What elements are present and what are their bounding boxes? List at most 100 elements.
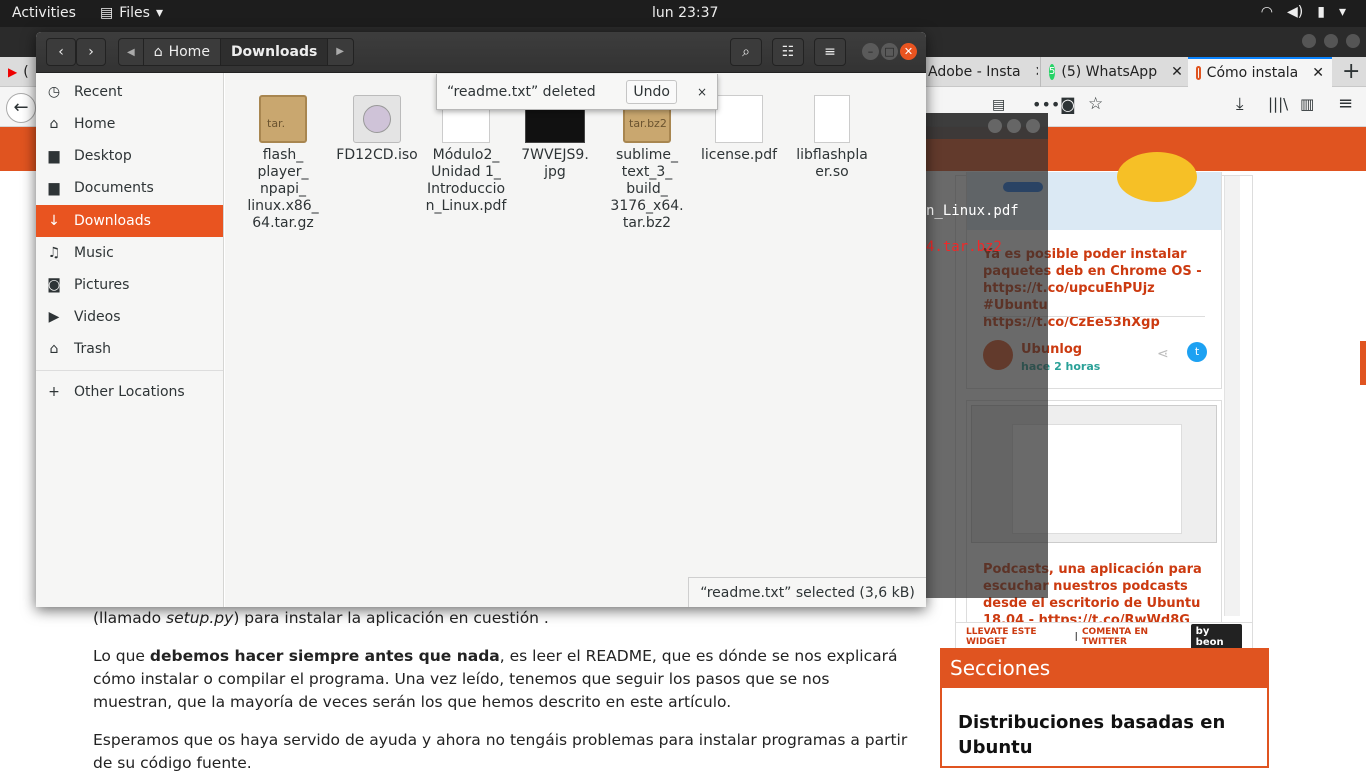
maximize-button[interactable]: □: [881, 43, 898, 60]
clock-icon: ◷: [47, 84, 61, 100]
sidebar-item-desktop[interactable]: ▆ Desktop: [36, 140, 223, 172]
sidebar-item-music[interactable]: ♫ Music: [36, 237, 223, 269]
folder-icon: ▆: [48, 148, 60, 164]
undo-button[interactable]: Undo: [626, 79, 677, 104]
archive-icon: tar.: [259, 95, 307, 143]
sidebar-item-documents[interactable]: ▆ Documents: [36, 172, 223, 204]
chevron-right-icon[interactable]: ▶: [327, 39, 352, 65]
file-name: FD12CD.iso: [336, 147, 418, 163]
tab-adobe[interactable]: Adobe - Insta ✕: [920, 57, 1038, 87]
disc-image-icon: [353, 95, 401, 143]
file-item[interactable]: FD12CD.iso: [333, 95, 421, 164]
sidebar-item-home[interactable]: ⌂ Home: [36, 108, 223, 140]
close-icon[interactable]: ×: [697, 85, 707, 99]
reader-icon[interactable]: ▤: [992, 97, 1005, 113]
page-scrollbar[interactable]: [1360, 341, 1366, 385]
maximize-icon[interactable]: [1324, 34, 1338, 48]
tab-active[interactable]: Cómo instala ✕: [1188, 57, 1332, 87]
forward-button[interactable]: ›: [76, 38, 106, 66]
search-button[interactable]: ⌕: [730, 38, 762, 66]
close-tab-icon[interactable]: ✕: [1312, 65, 1324, 81]
close-button[interactable]: ✕: [900, 43, 917, 60]
close-tab-icon[interactable]: ✕: [1035, 64, 1038, 80]
hamburger-menu-icon[interactable]: ≡: [1338, 93, 1353, 114]
download-icon[interactable]: ⤓: [1236, 94, 1244, 114]
file-item[interactable]: libflashpla er.so: [788, 95, 876, 181]
sidebar-item-pictures[interactable]: ◙ Pictures: [36, 269, 223, 301]
back-button[interactable]: ‹: [46, 38, 76, 66]
list-view-icon: ☷: [781, 44, 795, 60]
chrome-logo: [1117, 152, 1197, 202]
widget-link[interactable]: LLEVATE ESTE WIDGET: [966, 627, 1071, 647]
sidebar-item-label: Home: [74, 116, 116, 132]
files-app-icon: ▤: [100, 5, 114, 21]
trash-icon: ⌂: [49, 341, 59, 357]
breadcrumb: ◀ ⌂ Home Downloads ▶: [118, 38, 354, 66]
pdf-icon: [715, 95, 763, 143]
selection-status: “readme.txt” selected (3,6 kB): [688, 577, 926, 607]
search-icon: ⌕: [742, 44, 750, 60]
sidebar-item-label: Trash: [74, 341, 111, 357]
breadcrumb-home[interactable]: ⌂ Home: [142, 39, 220, 65]
back-button[interactable]: ←: [6, 93, 36, 123]
secciones-item[interactable]: Distribuciones basadas en Ubuntu: [958, 710, 1248, 760]
bookmark-star-icon[interactable]: ☆: [1088, 94, 1103, 114]
comment-link[interactable]: COMENTA EN TWITTER: [1082, 627, 1187, 647]
minimize-icon[interactable]: [988, 119, 1002, 133]
tab-label: Adobe - Insta: [928, 64, 1021, 80]
tab-whatsapp[interactable]: 5 (5) WhatsApp ✕: [1040, 57, 1186, 87]
sidebar-item-other-locations[interactable]: + Other Locations: [36, 376, 223, 408]
document-icon: [814, 95, 850, 143]
file-name: flash_ player_ npapi_ linux.x86_ 64.tar.…: [247, 147, 319, 231]
more-icon[interactable]: •••: [1032, 95, 1060, 114]
ubunlog-icon: [1196, 66, 1201, 80]
file-item[interactable]: tar.bz2 sublime_ text_3_ build_ 3176_x64…: [603, 95, 691, 232]
close-icon[interactable]: [1026, 119, 1040, 133]
terminal-line: n_Linux.pdf: [926, 203, 1019, 219]
menu-button[interactable]: ≡: [814, 38, 846, 66]
breadcrumb-current[interactable]: Downloads: [219, 39, 328, 65]
sidebar-icon[interactable]: ▥: [1300, 95, 1314, 113]
tab-label: (5) WhatsApp: [1061, 64, 1158, 80]
sidebar-item-trash[interactable]: ⌂ Trash: [36, 333, 223, 365]
file-name: libflashpla er.so: [796, 147, 868, 180]
app-menu[interactable]: ▤ Files ▾: [100, 5, 163, 21]
article-paragraph: Lo que debemos hacer siempre antes que n…: [93, 647, 898, 711]
minimize-button[interactable]: –: [862, 43, 879, 60]
widget-scrollbar[interactable]: [1224, 176, 1240, 616]
library-icon[interactable]: |||\: [1268, 95, 1288, 113]
sidebar-item-recent[interactable]: ◷ Recent: [36, 76, 223, 108]
minimize-icon[interactable]: [1302, 34, 1316, 48]
twitter-icon[interactable]: t: [1187, 342, 1207, 362]
top-bar: Activities ▤ Files ▾ lun 23:37 ◠ ◀) ▮ ▾: [0, 0, 1366, 27]
maximize-icon[interactable]: [1007, 119, 1021, 133]
activities-button[interactable]: Activities: [12, 5, 76, 21]
secciones-box: Secciones Distribuciones basadas en Ubun…: [940, 648, 1269, 768]
chevron-left-icon[interactable]: ◀: [119, 47, 143, 58]
whatsapp-icon: 5: [1049, 64, 1056, 80]
maximize-icon: □: [884, 45, 895, 58]
chevron-down-icon: ▾: [155, 5, 163, 21]
article-paragraph: (llamado setup.py) para instalar la apli…: [93, 609, 549, 627]
close-tab-icon[interactable]: ✕: [1171, 64, 1183, 80]
pocket-icon[interactable]: ◙: [1060, 95, 1076, 114]
sidebar-item-label: Other Locations: [74, 384, 185, 400]
file-item[interactable]: tar. flash_ player_ npapi_ linux.x86_ 64…: [239, 95, 327, 232]
share-icon[interactable]: ⋖: [1157, 346, 1169, 362]
sidebar-item-downloads[interactable]: ↓ Downloads: [36, 205, 223, 237]
file-item[interactable]: Módulo2_ Unidad 1_ Introduccio n_Linux.p…: [422, 95, 510, 215]
sidebar-item-label: Recent: [74, 84, 123, 100]
sidebar-item-videos[interactable]: ▶ Videos: [36, 301, 223, 333]
battery-icon: ▮: [1317, 4, 1325, 20]
tab-youtube[interactable]: ▶ (: [0, 57, 40, 87]
new-tab-button[interactable]: +: [1342, 59, 1360, 84]
system-tray[interactable]: ◠ ◀) ▮ ▾: [1261, 4, 1346, 20]
close-icon[interactable]: [1346, 34, 1360, 48]
volume-icon: ◀): [1287, 4, 1304, 20]
view-toggle-button[interactable]: ☷: [772, 38, 804, 66]
clock[interactable]: lun 23:37: [652, 5, 718, 21]
file-name: sublime_ text_3_ build_ 3176_x64. tar.bz…: [610, 147, 684, 231]
file-name: Módulo2_ Unidad 1_ Introduccio n_Linux.p…: [425, 147, 507, 214]
sidebar-divider: [36, 370, 223, 371]
sidebar-item-label: Pictures: [74, 277, 130, 293]
